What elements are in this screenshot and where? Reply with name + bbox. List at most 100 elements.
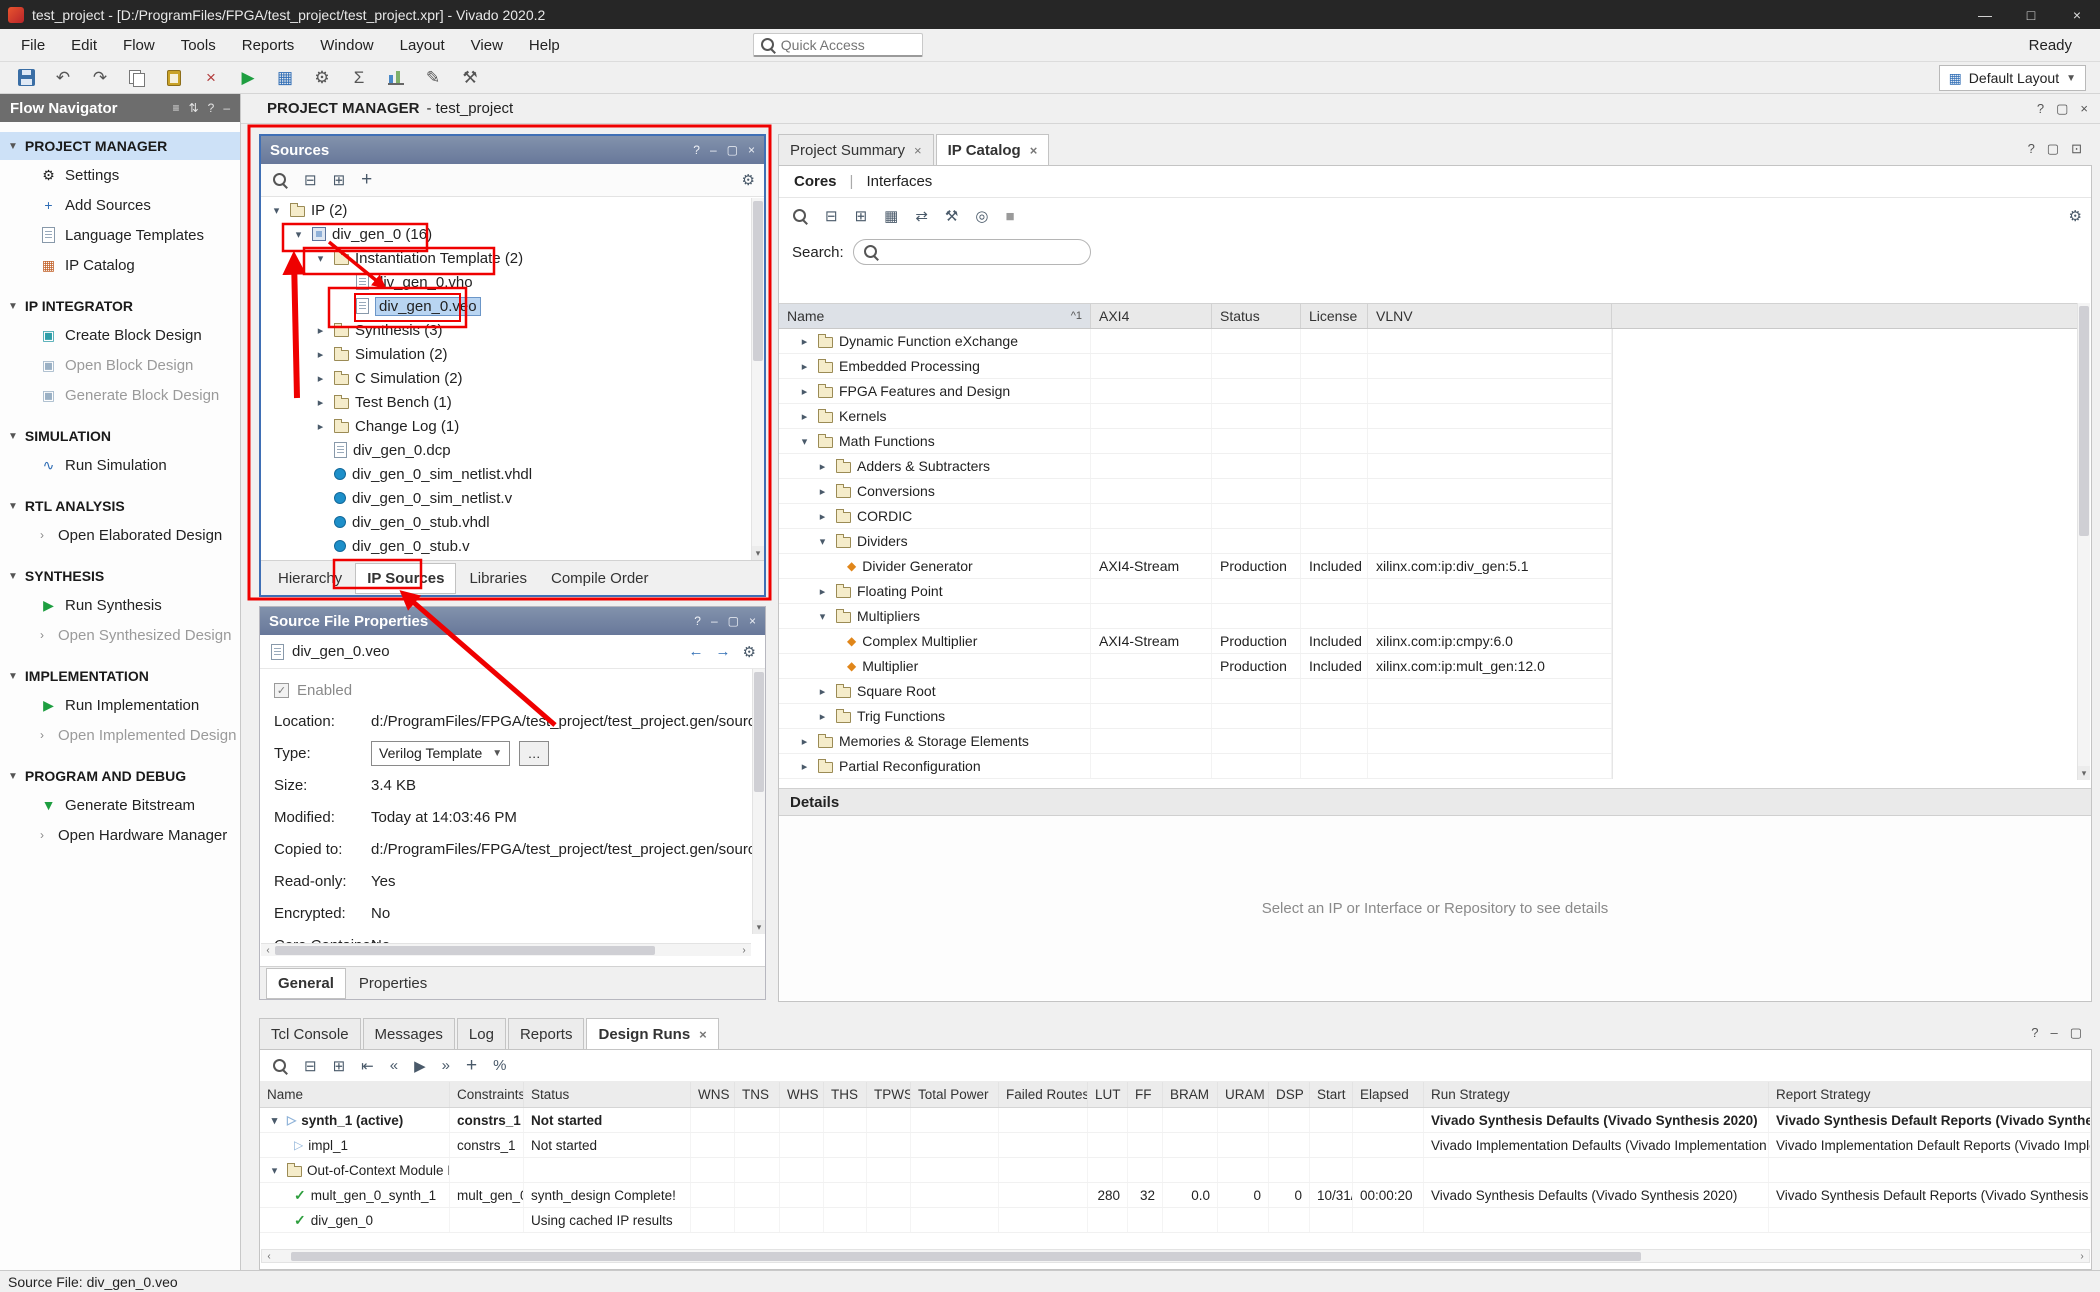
scrollbar-thumb[interactable] xyxy=(275,946,655,955)
tree-item-stub-vhdl[interactable]: div_gen_0_stub.vhdl xyxy=(261,510,751,534)
ip-category-row[interactable]: ▾Multipliers xyxy=(779,604,1612,629)
design-run-row-synth-1[interactable]: ▾▷synth_1 (active) constrs_1 Not started… xyxy=(260,1108,2091,1133)
flow-item-open-elaborated-design[interactable]: ›Open Elaborated Design xyxy=(0,520,240,550)
tree-item-div-gen-0-vho[interactable]: div_gen_0.vho xyxy=(261,270,751,294)
help-icon[interactable]: ? xyxy=(208,101,215,115)
expand-all-icon[interactable]: ⊞ xyxy=(333,171,346,189)
tab-properties[interactable]: Properties xyxy=(348,969,438,998)
help-icon[interactable]: ? xyxy=(693,143,700,157)
expand-all-icon[interactable]: ⊞ xyxy=(333,1057,346,1075)
play-icon[interactable]: ▶ xyxy=(414,1057,426,1075)
add-sources-icon[interactable]: + xyxy=(361,169,372,191)
report-button[interactable] xyxy=(384,66,408,90)
tree-item-synthesis[interactable]: ▸Synthesis (3) xyxy=(261,318,751,342)
tab-messages[interactable]: Messages xyxy=(363,1018,455,1050)
quick-access-search[interactable] xyxy=(753,33,923,57)
chevron-down-icon[interactable]: ▾ xyxy=(291,228,306,241)
delete-button[interactable]: × xyxy=(199,66,223,90)
chevron-right-icon[interactable]: › xyxy=(40,828,50,842)
flow-section-simulation[interactable]: ▼ SIMULATION xyxy=(0,422,240,450)
ip-category-row[interactable]: ▸Partial Reconfiguration xyxy=(779,754,1612,779)
float-icon[interactable]: ▢ xyxy=(2056,101,2068,117)
float-icon[interactable]: ▢ xyxy=(2047,141,2059,157)
chevron-down-icon[interactable]: ▾ xyxy=(313,252,328,265)
layout-selector[interactable]: ▦ Default Layout ▼ xyxy=(1939,65,2086,91)
stop-icon[interactable]: ■ xyxy=(1005,208,1014,225)
step-first-icon[interactable]: ⇤ xyxy=(361,1057,374,1075)
chevron-right-icon[interactable]: ▸ xyxy=(797,410,812,423)
menu-view[interactable]: View xyxy=(458,33,516,58)
tree-item-sim-netlist-vhdl[interactable]: div_gen_0_sim_netlist.vhdl xyxy=(261,462,751,486)
paste-button[interactable] xyxy=(162,66,186,90)
tools-button[interactable]: ⚒ xyxy=(458,66,482,90)
flow-item-language-templates[interactable]: Language Templates xyxy=(0,220,240,250)
chevron-right-icon[interactable]: ▸ xyxy=(313,324,328,337)
scrollbar-thumb[interactable] xyxy=(753,201,763,361)
tab-hierarchy[interactable]: Hierarchy xyxy=(267,564,353,593)
run-button[interactable]: ▶ xyxy=(236,66,260,90)
close-button[interactable]: × xyxy=(2054,0,2100,29)
flow-item-open-block-design[interactable]: ▣Open Block Design xyxy=(0,350,240,380)
ip-core-row[interactable]: ◆Divider GeneratorAXI4-StreamProductionI… xyxy=(779,554,1612,579)
settings-button[interactable]: ⚙ xyxy=(310,66,334,90)
scroll-left-icon[interactable]: ‹ xyxy=(261,945,275,956)
ip-category-row[interactable]: ▸CORDIC xyxy=(779,504,1612,529)
tree-item-sim-netlist-v[interactable]: div_gen_0_sim_netlist.v xyxy=(261,486,751,510)
scroll-down-icon[interactable]: ▾ xyxy=(2078,766,2090,780)
vertical-scrollbar[interactable]: ▾ xyxy=(752,669,765,934)
column-run-strategy[interactable]: Run Strategy xyxy=(1424,1082,1769,1107)
chevron-right-icon[interactable]: ▸ xyxy=(797,760,812,773)
flow-section-program-and-debug[interactable]: ▼ PROGRAM AND DEBUG xyxy=(0,762,240,790)
column-start[interactable]: Start xyxy=(1310,1082,1353,1107)
expand-all-icon[interactable]: ⊞ xyxy=(855,207,868,225)
column-ff[interactable]: FF xyxy=(1128,1082,1163,1107)
chevron-right-icon[interactable]: ▸ xyxy=(797,360,812,373)
flow-item-open-implemented-design[interactable]: ›Open Implemented Design xyxy=(0,720,240,750)
gear-icon[interactable]: ⚙ xyxy=(2069,207,2082,225)
subtab-interfaces[interactable]: Interfaces xyxy=(866,173,932,190)
percent-icon[interactable]: % xyxy=(493,1057,506,1074)
design-run-row-div-gen[interactable]: ✓div_gen_0 Using cached IP results xyxy=(260,1208,2091,1233)
ip-category-row[interactable]: ▸Floating Point xyxy=(779,579,1612,604)
search-icon[interactable] xyxy=(272,172,288,188)
chevron-down-icon[interactable]: ▾ xyxy=(267,1164,282,1177)
menu-tools[interactable]: Tools xyxy=(168,33,229,58)
chevron-right-icon[interactable]: ▸ xyxy=(815,460,830,473)
ip-category-row[interactable]: ▸FPGA Features and Design xyxy=(779,379,1612,404)
column-report-strategy[interactable]: Report Strategy xyxy=(1769,1082,2091,1107)
chevron-right-icon[interactable]: ▸ xyxy=(797,335,812,348)
chevron-right-icon[interactable]: › xyxy=(40,528,50,542)
menu-reports[interactable]: Reports xyxy=(229,33,308,58)
ip-category-row[interactable]: ▸Square Root xyxy=(779,679,1612,704)
back-icon[interactable]: ← xyxy=(689,643,704,661)
minimize-icon[interactable]: – xyxy=(711,614,718,628)
float-icon[interactable]: ▢ xyxy=(2070,1025,2082,1041)
ip-category-row[interactable]: ▸Embedded Processing xyxy=(779,354,1612,379)
forward-icon[interactable]: → xyxy=(716,643,731,661)
gear-icon[interactable]: ⚙ xyxy=(742,171,755,189)
vertical-scrollbar[interactable]: ▾ xyxy=(751,198,764,560)
chevron-down-icon[interactable]: ▾ xyxy=(815,610,830,623)
column-name[interactable]: Name^1 xyxy=(779,304,1091,328)
ip-category-row[interactable]: ▸Kernels xyxy=(779,404,1612,429)
minimize-button[interactable]: — xyxy=(1962,0,2008,29)
tree-item-div-gen-0[interactable]: ▾div_gen_0 (16) xyxy=(261,222,751,246)
menu-flow[interactable]: Flow xyxy=(110,33,168,58)
transfer-icon[interactable]: ⇄ xyxy=(915,207,928,225)
tree-item-simulation[interactable]: ▸Simulation (2) xyxy=(261,342,751,366)
design-run-group-ooc[interactable]: ▾Out-of-Context Module Runs xyxy=(260,1158,2091,1183)
tree-item-test-bench[interactable]: ▸Test Bench (1) xyxy=(261,390,751,414)
chevron-right-icon[interactable]: ▸ xyxy=(815,485,830,498)
target-icon[interactable]: ◎ xyxy=(975,207,988,225)
search-icon[interactable] xyxy=(272,1058,288,1074)
chevron-down-icon[interactable]: ▾ xyxy=(267,1114,282,1127)
collapse-all-icon[interactable]: ⊟ xyxy=(825,207,838,225)
menu-help[interactable]: Help xyxy=(516,33,573,58)
menu-file[interactable]: File xyxy=(8,33,58,58)
flow-item-create-block-design[interactable]: ▣Create Block Design xyxy=(0,320,240,350)
help-icon[interactable]: ? xyxy=(2037,101,2044,117)
column-elapsed[interactable]: Elapsed xyxy=(1353,1082,1424,1107)
more-button[interactable]: … xyxy=(519,741,549,766)
column-tpws[interactable]: TPWS xyxy=(867,1082,911,1107)
customize-ip-icon[interactable]: ⚒ xyxy=(945,207,958,225)
